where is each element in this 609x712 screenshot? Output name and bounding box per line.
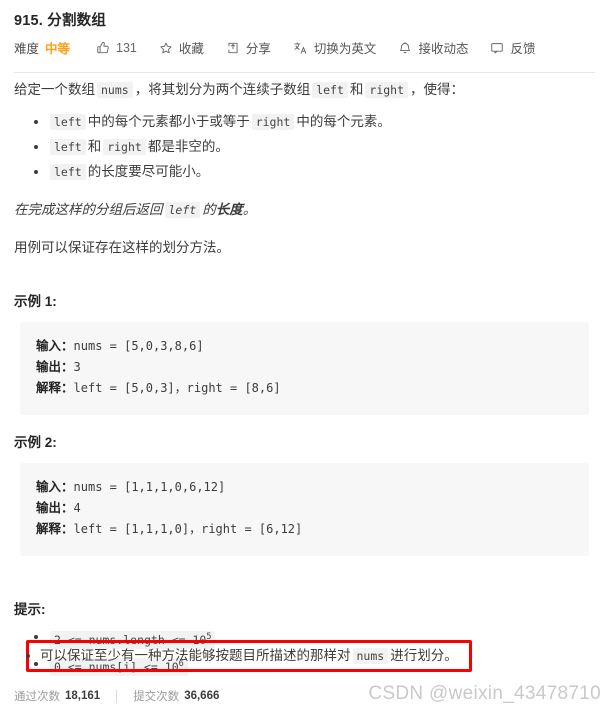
inline-code-right: right [365,82,409,98]
problem-page: 915. 分割数组 难度 中等 131 收藏 分享 切换为英文 接收动态 反馈 … [0,0,609,712]
page-title: 915. 分割数组 [14,13,107,29]
example-2-input-label: 输入： [36,480,74,494]
guarantee-paragraph: 用例可以保证存在这样的划分方法。 [14,240,230,255]
submitted-value: 36,666 [184,690,220,702]
stats-footer: 通过次数 18,161 提交次数 36,666 [14,688,219,704]
return-text-2: 的 [202,202,216,217]
like-count: 131 [116,40,137,55]
share-icon [226,41,240,55]
stats-separator [116,689,118,703]
intro-text-2: ，将其划分为两个连续子数组 [134,82,311,97]
return-text-1: 在完成这样的分组后返回 [14,202,163,217]
example-2-output-value: 4 [73,501,81,515]
share-label: 分享 [245,42,271,56]
csdn-watermark: CSDN @weixin_43478710 [368,683,601,704]
feedback-button[interactable]: 反馈 [490,38,535,57]
example-2-explain-label: 解释： [36,522,74,536]
bullet-text-1: 的长度要尽可能小。 [87,164,210,179]
intro-paragraph: 给定一个数组 nums ，将其划分为两个连续子数组 left 和 right ，使得： [0,78,609,102]
intro-text-3: 和 [349,82,364,97]
intro-text-4: ，使得： [410,82,465,97]
requirement-list: left 中的每个元素都小于或等于 right 中的每个元素。 left 和 right 都… [0,110,609,184]
highlighted-text-2: 进行划分。 [390,648,458,663]
submitted-label: 提交次数 [133,691,180,703]
example-2-input-value: nums = [1,1,1,0,6,12] [73,480,226,494]
subscribe-label: 接收动态 [418,42,469,56]
problem-meta-bar: 难度 中等 131 收藏 分享 切换为英文 接收动态 反馈 [14,38,557,57]
list-item: left 中的每个元素都小于或等于 right 中的每个元素。 [34,110,609,134]
highlighted-constraint: 可以保证至少有一种方法能够按题目所描述的那样对 nums 进行划分。 [26,646,470,666]
example-1-heading: 示例 1: [14,294,57,309]
example-2-block: 输入：nums = [1,1,1,0,6,12] 输出：4 解释：left = … [20,463,589,556]
translate-label: 切换为英文 [313,42,377,56]
star-icon [159,41,173,55]
difficulty-label: 难度 [14,42,40,56]
bullet-text-1: 中的每个元素都小于或等于 [87,114,250,129]
inline-code-left: left [50,164,86,180]
example-1-input-value: nums = [5,0,3,8,6] [73,339,204,353]
favorite-button[interactable]: 收藏 [159,38,204,57]
share-button[interactable]: 分享 [226,38,271,57]
example-2-output-label: 输出： [36,501,74,515]
inline-code-right: right [103,139,146,155]
example-1-input-label: 输入： [36,339,74,353]
example-1-output-label: 输出： [36,360,74,374]
accepted-value: 18,161 [65,690,101,702]
example-1-output-value: 3 [73,360,81,374]
example-1-explain-label: 解释： [36,381,74,395]
example-2-explain-value: left = [1,1,1,0]，right = [6,12] [73,522,303,536]
inline-code-left: left [164,202,201,218]
bullet-text-2: 都是非空的。 [147,139,229,154]
return-bold-length: 长度 [215,202,243,217]
favorite-label: 收藏 [178,42,204,56]
inline-code-nums: nums [97,82,133,98]
header-divider [14,72,595,73]
inline-code-right: right [251,114,295,130]
inline-code-left: left [50,139,86,155]
highlighted-text-1: 可以保证至少有一种方法能够按题目所描述的那样对 [40,648,351,663]
hints-heading: 提示: [14,602,46,617]
intro-text-1: 给定一个数组 [14,82,95,97]
example-1-explain-value: left = [5,0,3]，right = [8,6] [73,381,281,395]
bullet-text-1: 和 [87,139,102,154]
list-item: left 和 right 都是非空的。 [34,135,609,159]
return-statement: 在完成这样的分组后返回 left 的长度。 [0,198,609,222]
example-1-block: 输入：nums = [5,0,3,8,6] 输出：3 解释：left = [5,… [20,322,589,415]
inline-code-nums: nums [352,648,389,664]
feedback-label: 反馈 [510,42,536,56]
example-2-heading: 示例 2: [14,435,57,450]
bell-icon [398,41,412,55]
accepted-label: 通过次数 [14,691,60,703]
difficulty-value: 中等 [45,42,71,56]
inline-code-left: left [312,82,348,98]
thumbs-up-icon [96,41,110,55]
translate-button[interactable]: 切换为英文 [293,38,377,57]
translate-icon [293,41,308,55]
problem-content: 给定一个数组 nums ，将其划分为两个连续子数组 left 和 right ，使得： le… [0,78,609,680]
subscribe-button[interactable]: 接收动态 [398,38,468,57]
list-item: left 的长度要尽可能小。 [34,160,609,184]
bullet-text-2: 中的每个元素。 [296,114,391,129]
like-button[interactable]: 131 [96,41,137,55]
difficulty-group: 难度 中等 [14,38,70,57]
inline-code-left: left [50,114,86,130]
feedback-icon [490,41,504,55]
return-text-3: 。 [242,202,257,217]
